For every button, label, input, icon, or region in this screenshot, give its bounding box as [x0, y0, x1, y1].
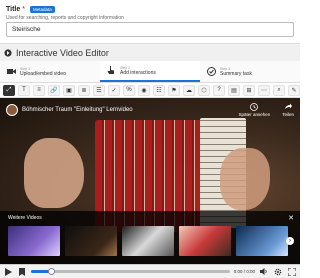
step-label: Upload/embed video: [20, 70, 66, 77]
grid-tool-button[interactable]: ☷: [153, 84, 165, 96]
title-helper-text: Used for searching, reports and copyrigh…: [6, 15, 124, 21]
more-tool-button[interactable]: ⋯: [258, 84, 270, 96]
title-input[interactable]: [6, 22, 294, 37]
player-controls: 0:00 / 0:00: [0, 264, 300, 278]
check-circle-icon: [206, 67, 216, 77]
close-icon[interactable]: ✕: [288, 214, 294, 222]
text-tool-button[interactable]: T: [18, 84, 30, 96]
panel-tool-button[interactable]: ▤: [228, 84, 240, 96]
time-display: 0:00 / 0:00: [233, 269, 255, 274]
play-button[interactable]: [3, 267, 13, 277]
hand-pointer-icon: [106, 66, 116, 76]
video-actions: Später ansehen Teilen: [238, 103, 294, 117]
edit-tool-button[interactable]: ✎: [288, 84, 300, 96]
single-choice-tool-button[interactable]: ✓: [108, 84, 120, 96]
settings-button[interactable]: [273, 267, 283, 277]
share-label: Teilen: [282, 112, 294, 117]
watch-later-label: Später ansehen: [238, 112, 271, 117]
clock-icon: [250, 103, 259, 111]
fullscreen-icon: [288, 267, 296, 276]
gear-icon: [274, 268, 282, 275]
required-marker: *: [22, 5, 25, 13]
share-button[interactable]: Teilen: [282, 103, 294, 117]
video-thumbnail[interactable]: [65, 226, 117, 256]
seek-bar[interactable]: [31, 268, 230, 275]
upload-tool-button[interactable]: ☁: [183, 84, 195, 96]
wizard-steps: Step 1 Upload/embed video Step 2 Add int…: [0, 61, 300, 83]
volume-button[interactable]: [259, 267, 269, 277]
metadata-badge[interactable]: Metadata: [30, 5, 55, 13]
search-tool-button[interactable]: ⌕: [273, 84, 285, 96]
video-frame-detail: [220, 148, 270, 210]
collapse-icon[interactable]: [4, 48, 12, 57]
hotspot-tool-button[interactable]: ◉: [138, 84, 150, 96]
video-camera-icon: [6, 67, 16, 77]
video-thumbnail[interactable]: [122, 226, 174, 256]
share-icon: [285, 103, 293, 109]
title-field-header: Title * Metadata: [6, 4, 55, 14]
more-videos-list: [8, 226, 288, 256]
bookmark-icon: [19, 267, 25, 276]
step-summary-task[interactable]: Step 3 Summary task: [200, 61, 300, 82]
title-label: Title: [6, 5, 21, 13]
editor-header[interactable]: Interactive Video Editor: [0, 43, 300, 61]
step-add-interactions[interactable]: Step 2 Add interactions: [100, 61, 200, 82]
channel-avatar[interactable]: [6, 104, 18, 116]
link-tool-button[interactable]: 🔗: [48, 84, 60, 96]
statements-tool-button[interactable]: ≣: [78, 84, 90, 96]
table-tool-button[interactable]: ≡: [33, 84, 45, 96]
video-thumbnail[interactable]: [8, 226, 60, 256]
editor-title: Interactive Video Editor: [16, 47, 109, 58]
seek-handle[interactable]: [47, 268, 55, 275]
more-videos-panel: Weitere Videos ✕ ›: [0, 211, 300, 264]
question-tool-button[interactable]: ?: [213, 84, 225, 96]
list-tool-button[interactable]: ☰: [93, 84, 105, 96]
volume-icon: [260, 268, 267, 275]
video-thumbnail[interactable]: [179, 226, 231, 256]
percent-tool-button[interactable]: %: [123, 84, 135, 96]
step-label: Add interactions: [120, 69, 156, 76]
image-tool-button[interactable]: ▣: [63, 84, 75, 96]
more-videos-title: Weitere Videos: [8, 215, 42, 221]
watch-later-button[interactable]: Später ansehen: [238, 103, 270, 117]
fullscreen-button[interactable]: [287, 267, 297, 277]
step-label: Summary task: [220, 70, 252, 77]
fullscreen-icon[interactable]: ⤢: [3, 84, 15, 96]
step-upload[interactable]: Step 1 Upload/embed video: [0, 61, 100, 82]
video-title[interactable]: Böhmischer Traum "Einleitung" Lernvideo: [22, 107, 133, 113]
video-thumbnail[interactable]: [236, 226, 288, 256]
video-title-bar: Böhmischer Traum "Einleitung" Lernvideo: [6, 104, 133, 116]
video-player[interactable]: Böhmischer Traum "Einleitung" Lernvideo …: [0, 98, 300, 264]
interaction-toolbar: ⤢ T ≡ 🔗 ▣ ≣ ☰ ✓ % ◉ ☷ ⚑ ☁ ⬡ ? ▤ ⊞ ⋯ ⌕ ✎: [0, 83, 300, 98]
video-frame-detail: [24, 138, 84, 208]
layout-tool-button[interactable]: ⊞: [243, 84, 255, 96]
play-icon: [4, 267, 12, 276]
flag-tool-button[interactable]: ⚑: [168, 84, 180, 96]
next-arrow-icon[interactable]: ›: [286, 237, 294, 245]
bookmark-button[interactable]: [17, 267, 27, 277]
shape-tool-button[interactable]: ⬡: [198, 84, 210, 96]
